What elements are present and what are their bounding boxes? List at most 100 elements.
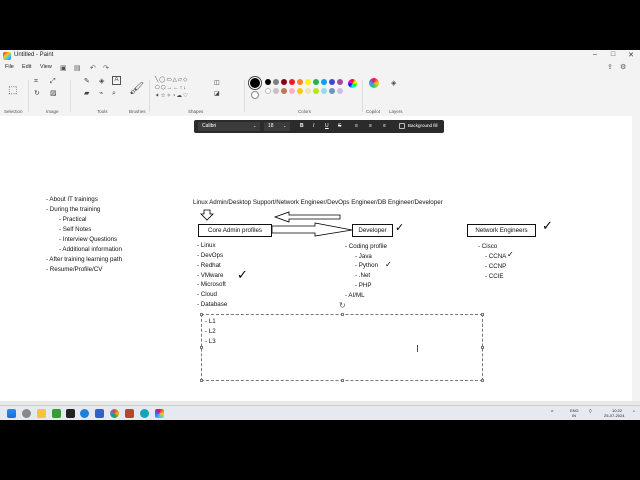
color-swatch[interactable]: [297, 79, 303, 85]
align-center-icon[interactable]: ≡: [369, 123, 372, 129]
start-icon[interactable]: [7, 409, 16, 418]
resize-handle[interactable]: [481, 379, 484, 382]
menu-view[interactable]: View: [40, 64, 52, 70]
rotate-handle-icon[interactable]: ↻: [339, 301, 346, 310]
search-icon[interactable]: [22, 409, 31, 418]
resize-handle[interactable]: [200, 346, 203, 349]
close-icon[interactable]: ✕: [624, 51, 638, 59]
resize-handle[interactable]: [200, 379, 203, 382]
selection-icon[interactable]: ⬚: [8, 86, 17, 96]
group-label-tools: Tools: [97, 109, 108, 114]
dev-list-item: - Java: [355, 253, 372, 260]
save-icon[interactable]: ▣: [60, 64, 67, 72]
paint-window: Untitled - Paint – □ ✕ File Edit View ▣ …: [0, 50, 640, 420]
chrome-icon[interactable]: [110, 409, 119, 418]
app-icon[interactable]: [52, 409, 61, 418]
settings-icon[interactable]: ⚙: [620, 63, 626, 71]
color-swatch[interactable]: [313, 88, 319, 94]
magnifier-icon[interactable]: ⌕: [112, 90, 116, 97]
undo-icon[interactable]: ↶: [90, 64, 96, 72]
eraser-icon[interactable]: ▰: [84, 90, 89, 97]
color-swatch[interactable]: [321, 88, 327, 94]
color-swatch[interactable]: [329, 88, 335, 94]
terminal-icon[interactable]: [66, 409, 75, 418]
group-label-colors: Colors: [298, 109, 312, 114]
redo-icon[interactable]: ↷: [103, 64, 109, 72]
color-swatch[interactable]: [329, 79, 335, 85]
edit-colors-icon[interactable]: [348, 79, 357, 88]
color-swatch[interactable]: [265, 88, 271, 94]
open-icon[interactable]: ▤: [74, 64, 81, 72]
menu-edit[interactable]: Edit: [22, 64, 31, 70]
edge-icon[interactable]: [80, 409, 89, 418]
resize-handle[interactable]: [341, 379, 344, 382]
pencil-icon[interactable]: ✎: [84, 78, 90, 85]
secondary-color-swatch[interactable]: [251, 91, 259, 99]
italic-button[interactable]: I: [313, 123, 314, 129]
file-explorer-icon[interactable]: [37, 409, 46, 418]
resize-handle[interactable]: [481, 313, 484, 316]
level-item: - L2: [205, 328, 216, 335]
crop-icon[interactable]: ⌗: [34, 78, 38, 85]
share-icon[interactable]: ⇪: [607, 63, 613, 71]
brush-icon[interactable]: 🖌: [129, 82, 144, 94]
color-swatch[interactable]: [289, 79, 295, 85]
resize-handle[interactable]: [341, 313, 344, 316]
word-icon[interactable]: [95, 409, 104, 418]
align-left-icon[interactable]: ≡: [355, 123, 358, 129]
vertical-scrollbar[interactable]: [632, 116, 640, 401]
drawing-canvas[interactable]: - About IT trainings - During the traini…: [0, 116, 640, 401]
text-tool-icon[interactable]: A: [112, 76, 121, 85]
bold-button[interactable]: B: [300, 123, 304, 129]
text-selection-box[interactable]: ↻ - L1 - L2 - L3: [200, 301, 484, 382]
rotate-icon[interactable]: ↻: [34, 90, 40, 97]
color-picker-icon[interactable]: ⌁: [99, 90, 103, 97]
layers-icon[interactable]: ◈: [391, 80, 396, 87]
clock-date[interactable]: 25-07-2024: [604, 414, 624, 418]
color-swatch[interactable]: [273, 79, 279, 85]
ribbon-divider: [149, 80, 150, 112]
color-swatch[interactable]: [337, 88, 343, 94]
browser-icon[interactable]: [140, 409, 149, 418]
underline-button[interactable]: U: [325, 123, 329, 129]
resize-icon[interactable]: ⤢: [50, 78, 56, 85]
dev-list-item: - Coding profile: [345, 243, 387, 250]
color-swatch[interactable]: [289, 88, 295, 94]
paint-taskbar-icon[interactable]: [155, 409, 164, 418]
primary-color-swatch[interactable]: [250, 78, 260, 88]
color-swatch[interactable]: [337, 79, 343, 85]
tray-chevron-icon[interactable]: ^: [551, 411, 553, 416]
down-arrow-shape: [200, 209, 214, 221]
powerpoint-icon[interactable]: [125, 409, 134, 418]
menu-file[interactable]: File: [5, 64, 14, 70]
image-select-icon[interactable]: ▨: [50, 90, 57, 97]
background-fill-checkbox[interactable]: [399, 123, 405, 129]
checkmark-icon: ✓: [507, 250, 514, 259]
align-right-icon[interactable]: ≡: [383, 123, 386, 129]
color-swatch[interactable]: [305, 79, 311, 85]
color-swatch[interactable]: [305, 88, 311, 94]
fill-icon[interactable]: ◈: [99, 78, 104, 85]
resize-handle[interactable]: [200, 313, 203, 316]
color-swatch[interactable]: [273, 88, 279, 94]
color-swatch[interactable]: [321, 79, 327, 85]
color-swatch[interactable]: [281, 79, 287, 85]
color-swatch[interactable]: [297, 88, 303, 94]
net-list-item: - CCNP: [485, 263, 507, 270]
shapes-row-1-icon[interactable]: ╲◯▭△▱◇: [155, 77, 188, 84]
shape-fill-icon[interactable]: ◪: [214, 91, 220, 97]
notification-bell-icon[interactable]: ◔: [632, 410, 635, 415]
maximize-icon[interactable]: □: [606, 51, 620, 58]
shapes-row-3-icon[interactable]: ✦☆✧◔☁♡: [155, 93, 189, 100]
color-swatch[interactable]: [281, 88, 287, 94]
copilot-icon[interactable]: [369, 78, 379, 88]
core-list-item: - Redhat: [197, 262, 221, 269]
strikethrough-button[interactable]: S: [338, 123, 341, 129]
resize-handle[interactable]: [481, 346, 484, 349]
network-icon[interactable]: ⌔: [588, 410, 593, 415]
color-swatch[interactable]: [265, 79, 271, 85]
shapes-row-2-icon[interactable]: ⬠⬡→←↑↓: [155, 85, 187, 92]
minimize-icon[interactable]: –: [588, 51, 602, 58]
color-swatch[interactable]: [313, 79, 319, 85]
outline-icon[interactable]: ◫: [214, 80, 220, 86]
